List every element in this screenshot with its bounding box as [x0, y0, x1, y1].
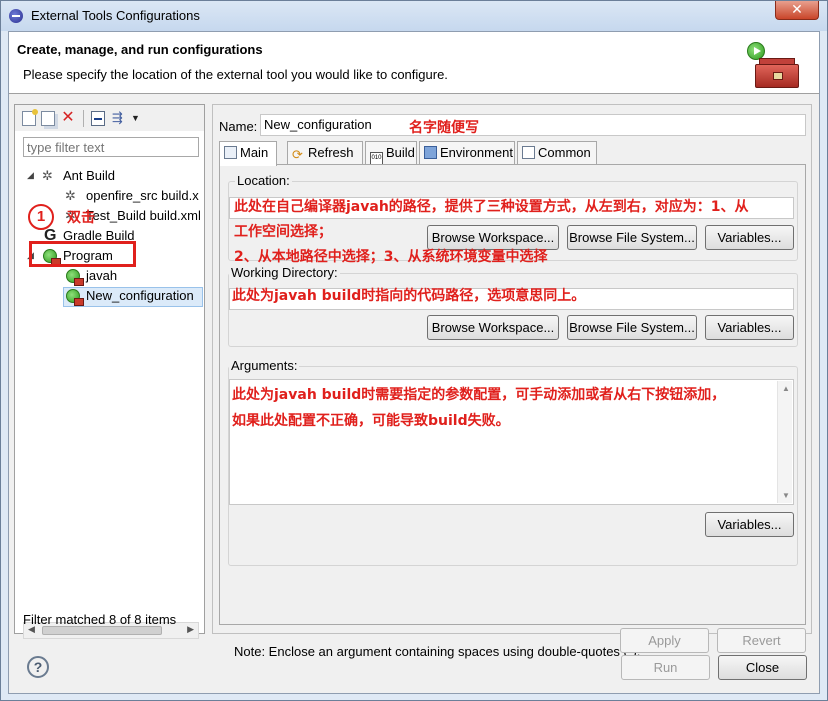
configuration-editor-pane: Name: New_configuration Main ⟳ Refresh 01…: [212, 104, 812, 659]
arguments-note: Note: Enclose an argument containing spa…: [234, 644, 641, 659]
arguments-hint-line1: 此处为javah build时需要指定的参数配置，可手动添加或者从右下按钮添加，: [232, 387, 726, 403]
tree-item-label: Test_Build build.xml: [86, 208, 201, 223]
filter-icon[interactable]: ⇶: [112, 111, 126, 126]
name-field[interactable]: New_configuration: [260, 114, 806, 136]
tree-toolbar: ✕ ⇶ ▼: [15, 105, 204, 131]
arguments-hint-line2: 如果此处配置不正确，可能导致build失败。: [232, 413, 510, 429]
scroll-down-icon[interactable]: ▼: [782, 491, 790, 500]
location-hint-line1: 此处在自己编译器javah的路径，提供了三种设置方式，从左到右，对应为：1、从: [234, 199, 749, 215]
expanded-arrow-icon[interactable]: ◢: [27, 170, 37, 181]
location-label: Location:: [235, 173, 292, 188]
variables-button[interactable]: Variables...: [705, 225, 794, 250]
location-hint-line2: 工作空间选择；: [234, 224, 332, 240]
program-highlight-box: [29, 241, 136, 267]
program-config-icon: [66, 269, 84, 286]
dialog-header: Create, manage, and run configurations P…: [9, 32, 819, 94]
tab-refresh[interactable]: ⟳ Refresh: [287, 141, 363, 165]
revert-button[interactable]: Revert: [717, 628, 806, 653]
tab-common[interactable]: Common: [517, 141, 597, 165]
tab-build[interactable]: 010 Build: [365, 141, 417, 165]
common-icon: [522, 146, 535, 159]
refresh-icon: ⟳: [292, 147, 303, 162]
arguments-variables-button[interactable]: Variables...: [705, 512, 794, 537]
step-number-badge: 1: [28, 204, 54, 230]
scroll-right-icon[interactable]: ▶: [187, 624, 194, 635]
collapse-all-icon[interactable]: [91, 111, 105, 126]
run-button[interactable]: Run: [621, 655, 710, 680]
close-button[interactable]: Close: [718, 655, 807, 680]
scroll-up-icon[interactable]: ▲: [782, 384, 790, 393]
tab-main[interactable]: Main: [219, 141, 277, 166]
header-title: Create, manage, and run configurations: [17, 42, 263, 57]
program-config-icon: [66, 289, 84, 306]
ant-icon: ✲: [42, 168, 53, 183]
arguments-label: Arguments:: [229, 358, 300, 373]
header-description: Please specify the location of the exter…: [23, 67, 448, 82]
browse-file-system-button[interactable]: Browse File System...: [567, 315, 697, 340]
filter-status: Filter matched 8 of 8 items: [23, 612, 177, 627]
tree-item-label: openfire_src build.x: [86, 188, 199, 203]
apply-button[interactable]: Apply: [620, 628, 709, 653]
double-click-note: 双击: [67, 210, 95, 226]
name-label: Name:: [219, 119, 258, 134]
tab-environment[interactable]: Environment: [419, 141, 515, 165]
scroll-thumb[interactable]: [42, 626, 162, 635]
configuration-tree-pane: ✕ ⇶ ▼ ◢ ✲ Ant Build ✲ openfire_src build…: [14, 104, 205, 639]
location-hint-line3: 2、从本地路径中选择；3、从系统环境变量中选择: [234, 249, 548, 265]
vertical-scrollbar[interactable]: ▲ ▼: [777, 381, 792, 503]
main-tab-icon: [224, 146, 237, 159]
tree-item-ant-build[interactable]: ◢ ✲ Ant Build: [25, 167, 205, 187]
dialog-window: External Tools Configurations ✕ Create, …: [0, 0, 828, 701]
external-tools-banner-icon: [747, 42, 803, 90]
tree-item-label: javah: [86, 268, 118, 283]
name-hint-annotation: 名字随便写: [409, 120, 479, 136]
new-configuration-icon[interactable]: [22, 109, 38, 126]
browse-workspace-button[interactable]: Browse Workspace...: [427, 315, 559, 340]
tree-item-openfire-src[interactable]: ✲ openfire_src build.x: [25, 187, 205, 207]
help-icon[interactable]: ?: [27, 656, 49, 678]
window-close-button[interactable]: ✕: [775, 1, 819, 20]
environment-icon: [424, 146, 437, 159]
chevron-down-icon[interactable]: ▼: [131, 111, 145, 126]
delete-icon[interactable]: ✕: [61, 110, 75, 126]
eclipse-icon: [9, 9, 23, 23]
toolbar-separator: [83, 110, 84, 127]
tree-item-new-configuration[interactable]: New_configuration: [25, 287, 205, 307]
duplicate-icon[interactable]: [41, 111, 55, 126]
working-dir-hint: 此处为javah build时指向的代码路径，选项意思同上。: [232, 288, 586, 304]
tree-item-label: Ant Build: [63, 168, 116, 183]
window-title: External Tools Configurations: [31, 8, 200, 23]
variables-button[interactable]: Variables...: [705, 315, 794, 340]
filter-input[interactable]: [23, 137, 199, 157]
title-bar: External Tools Configurations ✕: [1, 1, 827, 31]
tree-item-javah[interactable]: javah: [25, 267, 205, 287]
toolbox-icon: [755, 64, 799, 88]
ant-file-icon: ✲: [65, 188, 76, 203]
working-directory-label: Working Directory:: [229, 265, 340, 280]
tree-item-label: New_configuration: [86, 288, 194, 303]
browse-file-system-button[interactable]: Browse File System...: [567, 225, 697, 250]
